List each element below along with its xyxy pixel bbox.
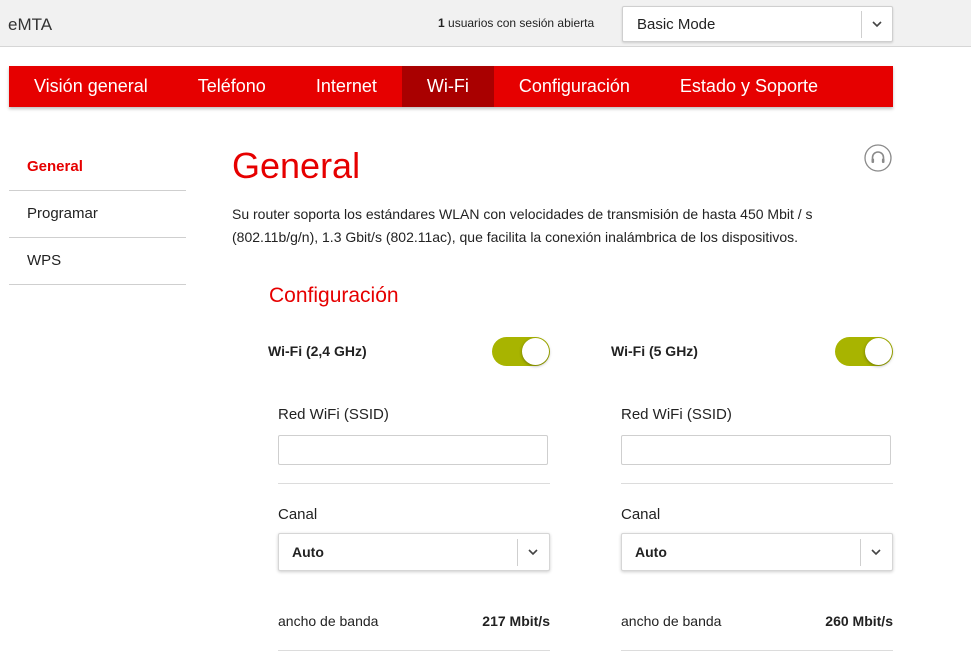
- select-divider: [860, 539, 861, 566]
- session-count-number: 1: [438, 16, 445, 30]
- divider: [621, 650, 893, 651]
- tab-internet[interactable]: Internet: [291, 66, 402, 107]
- bandwidth-label: ancho de banda: [621, 613, 722, 629]
- intro-text: Su router soporta los estándares WLAN co…: [232, 206, 813, 245]
- chevron-down-icon[interactable]: [870, 547, 882, 557]
- top-header: eMTA 1 usuarios con sesión abierta Basic…: [0, 0, 971, 47]
- channel-select-value: Auto: [635, 544, 667, 560]
- divider: [278, 650, 550, 651]
- toggle-knob: [865, 338, 892, 365]
- channel-label: Canal: [278, 506, 318, 523]
- tab-estado-soporte[interactable]: Estado y Soporte: [655, 66, 843, 107]
- band-label: Wi-Fi (2,4 GHz): [268, 343, 367, 359]
- divider: [278, 483, 550, 484]
- ssid-input-24ghz[interactable]: [278, 435, 548, 465]
- band-label: Wi-Fi (5 GHz): [611, 343, 698, 359]
- ssid-label: Red WiFi (SSID): [278, 406, 389, 423]
- wifi-5ghz-toggle[interactable]: [835, 337, 893, 366]
- tab-configuracion[interactable]: Configuración: [494, 66, 655, 107]
- channel-label: Canal: [621, 506, 661, 523]
- mode-select-value: Basic Mode: [637, 16, 716, 33]
- sidebar: General Programar WPS: [9, 144, 186, 285]
- app-title: eMTA: [8, 15, 53, 34]
- bandwidth-label: ancho de banda: [278, 613, 379, 629]
- select-divider: [861, 11, 862, 38]
- channel-select-value: Auto: [292, 544, 324, 560]
- sidebar-item-programar[interactable]: Programar: [9, 191, 186, 238]
- main-nav: Visión general Teléfono Internet Wi-Fi C…: [9, 66, 893, 107]
- page-title: General: [232, 145, 361, 186]
- session-count-text: usuarios con sesión abierta: [448, 16, 595, 30]
- divider: [621, 483, 893, 484]
- sidebar-item-wps[interactable]: WPS: [9, 238, 186, 285]
- session-count: 1 usuarios con sesión abierta: [438, 16, 594, 30]
- section-title: Configuración: [269, 284, 399, 307]
- select-divider: [517, 539, 518, 566]
- bandwidth-value: 260 Mbit/s: [825, 613, 893, 629]
- headset-icon[interactable]: [864, 144, 892, 172]
- toggle-knob: [522, 338, 549, 365]
- mode-select[interactable]: Basic Mode: [622, 6, 893, 42]
- ssid-label: Red WiFi (SSID): [621, 406, 732, 423]
- chevron-down-icon[interactable]: [527, 547, 539, 557]
- ssid-input-5ghz[interactable]: [621, 435, 891, 465]
- tab-telefono[interactable]: Teléfono: [173, 66, 291, 107]
- tab-vision-general[interactable]: Visión general: [9, 66, 173, 107]
- chevron-down-icon[interactable]: [871, 19, 883, 29]
- wifi-24ghz-toggle[interactable]: [492, 337, 550, 366]
- sidebar-item-general[interactable]: General: [9, 144, 186, 191]
- bandwidth-value: 217 Mbit/s: [482, 613, 550, 629]
- channel-select-5ghz[interactable]: Auto: [621, 533, 893, 571]
- tab-wifi[interactable]: Wi-Fi: [401, 66, 494, 107]
- channel-select-24ghz[interactable]: Auto: [278, 533, 550, 571]
